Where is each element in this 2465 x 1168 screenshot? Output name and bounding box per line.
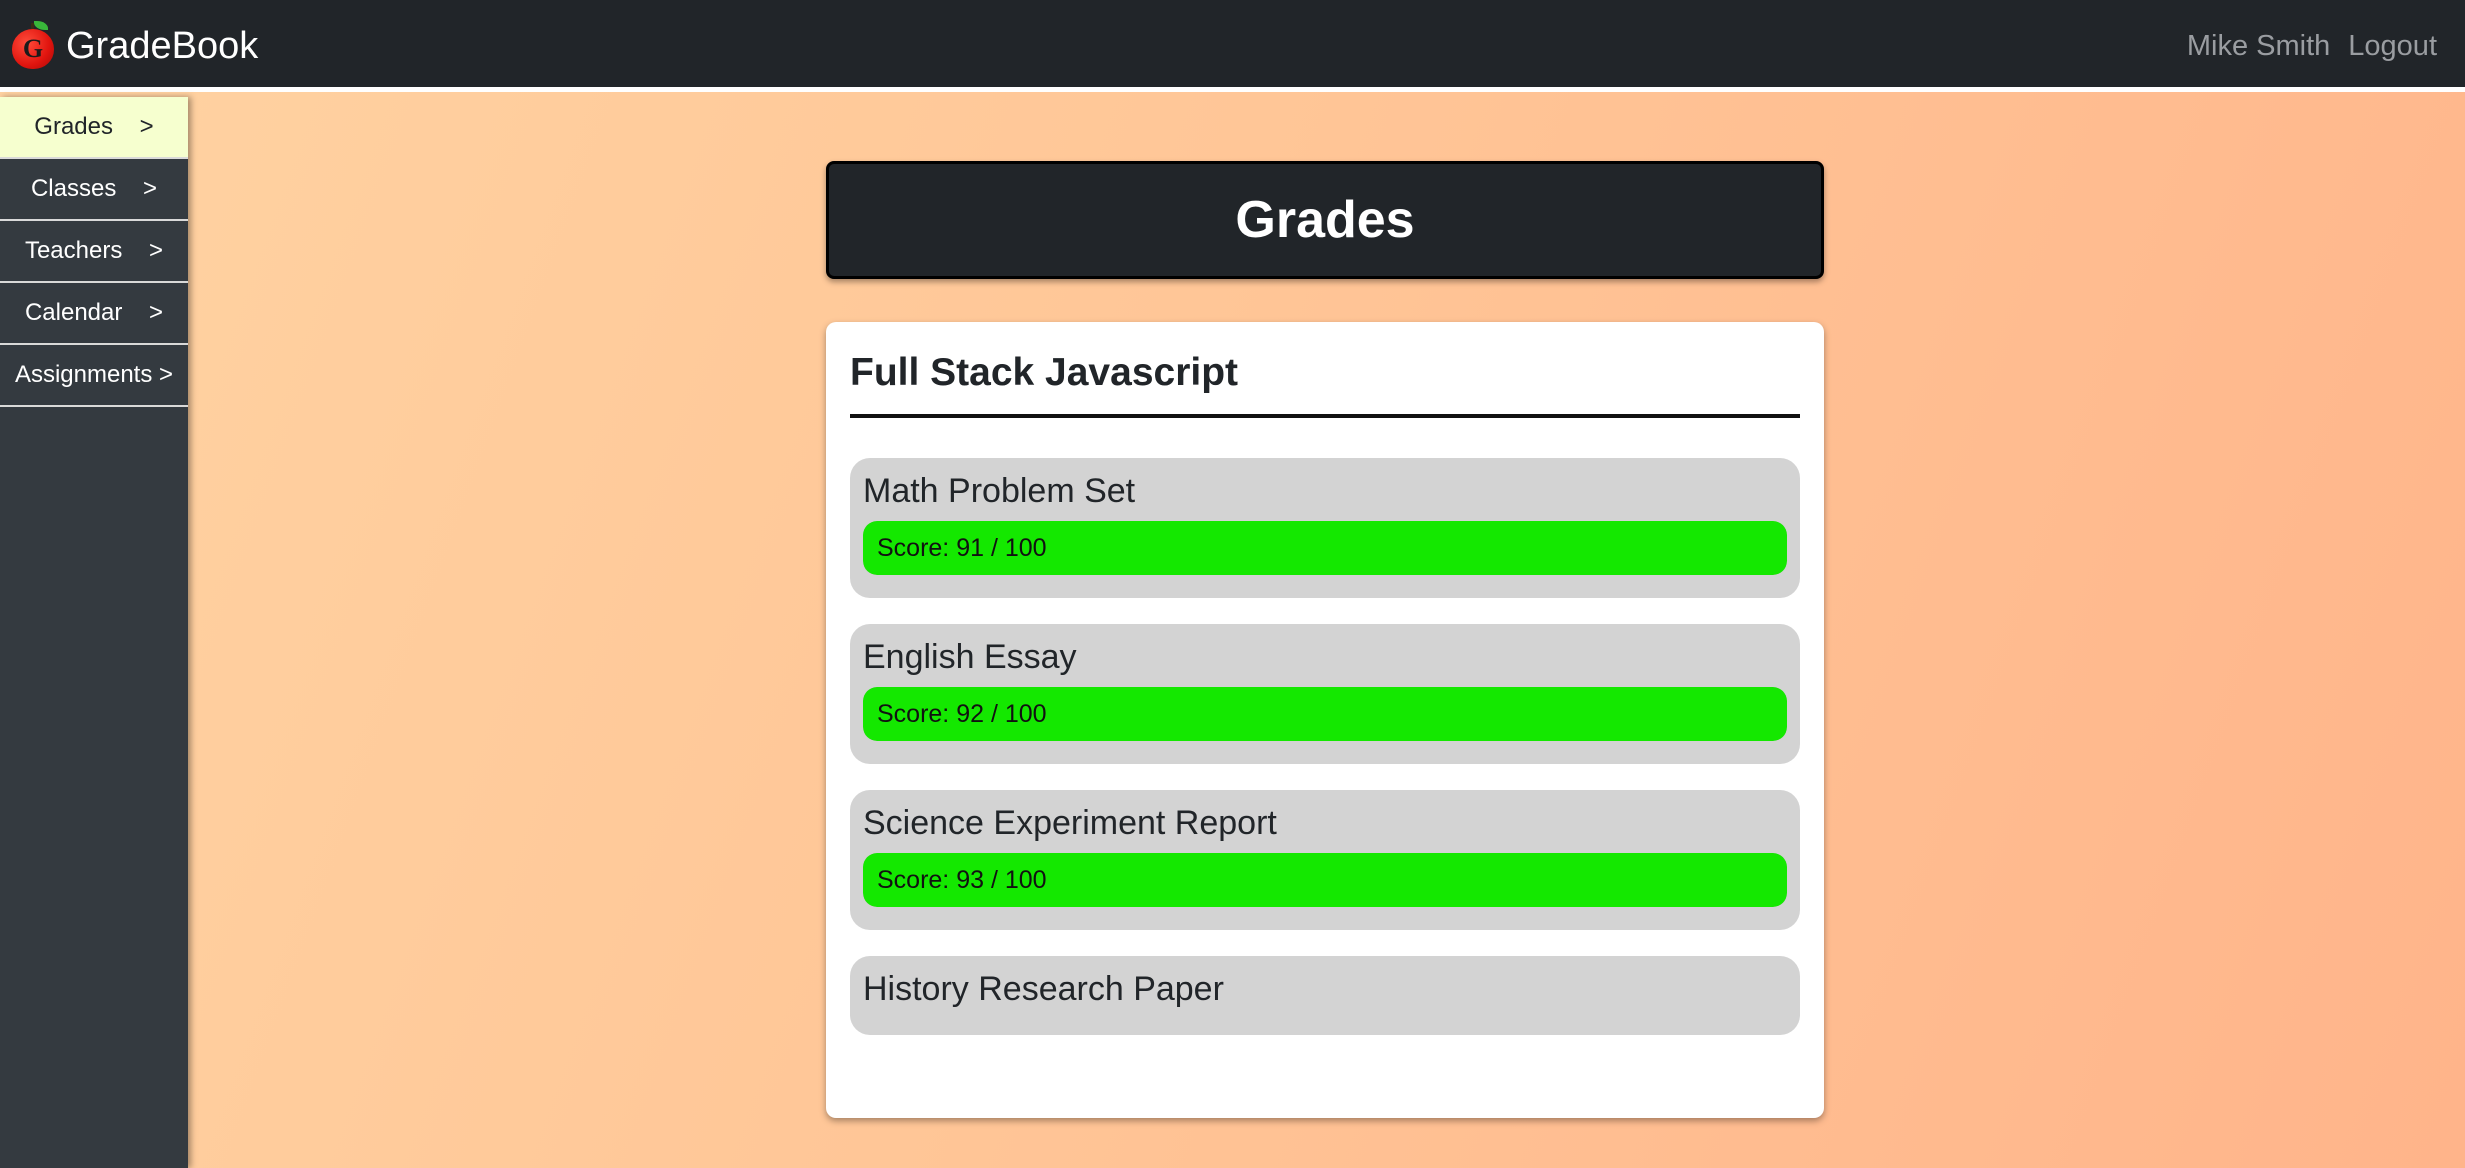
- sidebar-item-label: Assignments >: [14, 361, 174, 388]
- brand-name: GradeBook: [66, 25, 259, 67]
- logout-link[interactable]: Logout: [2348, 24, 2437, 68]
- assignment-item: English Essay Score: 92 / 100: [850, 624, 1800, 764]
- sidebar-item-label: Classes >: [30, 175, 158, 202]
- score-text: Score: 92 / 100: [877, 700, 1047, 728]
- sidebar-item-label: Teachers >: [24, 237, 164, 264]
- page-title: Grades: [1235, 191, 1415, 249]
- score-text: Score: 91 / 100: [877, 534, 1047, 562]
- assignment-item: Math Problem Set Score: 91 / 100: [850, 458, 1800, 598]
- score-text: Score: 93 / 100: [877, 866, 1047, 894]
- sidebar-item-calendar[interactable]: Calendar >: [0, 283, 188, 345]
- score-bar: Score: 93 / 100: [863, 853, 1787, 907]
- assignment-item: History Research Paper: [850, 956, 1800, 1035]
- sidebar-item-label: Calendar >: [24, 299, 164, 326]
- assignment-name: Math Problem Set: [863, 472, 1136, 510]
- sidebar-item-grades[interactable]: Grades >: [0, 97, 188, 159]
- sidebar-item-assignments[interactable]: Assignments >: [0, 345, 188, 407]
- assignment-name: English Essay: [863, 638, 1077, 676]
- logo-letter: G: [12, 29, 54, 69]
- top-navbar: G GradeBook Mike Smith Logout: [0, 0, 2465, 92]
- apple-logo-icon: G: [12, 21, 56, 71]
- divider: [850, 414, 1800, 418]
- score-bar: Score: 92 / 100: [863, 687, 1787, 741]
- assignment-name: History Research Paper: [863, 970, 1224, 1008]
- sidebar-item-label: Grades >: [34, 113, 154, 140]
- page-header: Grades: [826, 161, 1824, 279]
- assignment-item: Science Experiment Report Score: 93 / 10…: [850, 790, 1800, 930]
- score-bar: Score: 91 / 100: [863, 521, 1787, 575]
- sidebar-item-classes[interactable]: Classes >: [0, 159, 188, 221]
- assignment-name: Science Experiment Report: [863, 804, 1277, 842]
- sidebar: Grades > Classes > Teachers > Calendar >…: [0, 97, 188, 1168]
- course-card: Full Stack Javascript Math Problem Set S…: [826, 322, 1824, 1118]
- course-title: Full Stack Javascript: [850, 351, 1239, 394]
- sidebar-item-teachers[interactable]: Teachers >: [0, 221, 188, 283]
- brand-link[interactable]: G GradeBook: [12, 18, 258, 74]
- user-name-link[interactable]: Mike Smith: [2187, 24, 2330, 68]
